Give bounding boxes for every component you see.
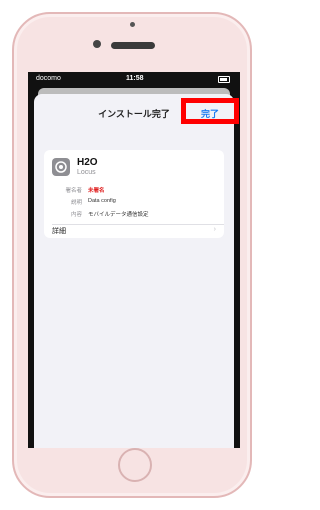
carrier-label: docomo bbox=[36, 75, 61, 82]
install-complete-sheet: インストール完了 完了 H2O Locus 署名者 未署名 説明 Data co… bbox=[34, 94, 239, 448]
front-sensor bbox=[130, 22, 135, 27]
info-value: Data config bbox=[88, 198, 116, 204]
info-row-description: 説明 Data config bbox=[52, 198, 216, 210]
profile-info-rows: 署名者 未署名 説明 Data config 内容 モバイルデータ通信設定 bbox=[52, 186, 216, 222]
info-key: 署名者 bbox=[65, 188, 82, 194]
front-camera bbox=[93, 40, 101, 48]
info-key: 説明 bbox=[70, 200, 82, 206]
more-details-row[interactable]: 詳細 › bbox=[52, 226, 216, 238]
info-row-contents: 内容 モバイルデータ通信設定 bbox=[52, 210, 216, 222]
more-details-label: 詳細 bbox=[52, 228, 66, 235]
divider bbox=[52, 224, 224, 225]
battery-icon bbox=[218, 76, 230, 83]
info-row-signer: 署名者 未署名 bbox=[52, 186, 216, 198]
info-value: 未署名 bbox=[88, 188, 105, 194]
home-button[interactable] bbox=[118, 448, 152, 482]
earpiece-speaker bbox=[111, 42, 155, 49]
settings-gear-icon bbox=[52, 158, 70, 176]
done-button[interactable]: 完了 bbox=[186, 107, 234, 120]
profile-subtitle: Locus bbox=[77, 169, 96, 176]
status-bar: docomo 11:58 bbox=[28, 72, 240, 86]
info-value: モバイルデータ通信設定 bbox=[88, 212, 149, 218]
done-highlight-box: 完了 bbox=[181, 98, 239, 124]
clock: 11:58 bbox=[126, 75, 144, 82]
chevron-right-icon: › bbox=[213, 226, 216, 233]
profile-card: H2O Locus 署名者 未署名 説明 Data config 内容 モバイル… bbox=[44, 150, 224, 238]
profile-name: H2O bbox=[77, 157, 98, 168]
phone-screen: docomo 11:58 インストール完了 完了 H2O Locus 署名者 未… bbox=[28, 72, 240, 448]
info-key: 内容 bbox=[70, 212, 82, 218]
